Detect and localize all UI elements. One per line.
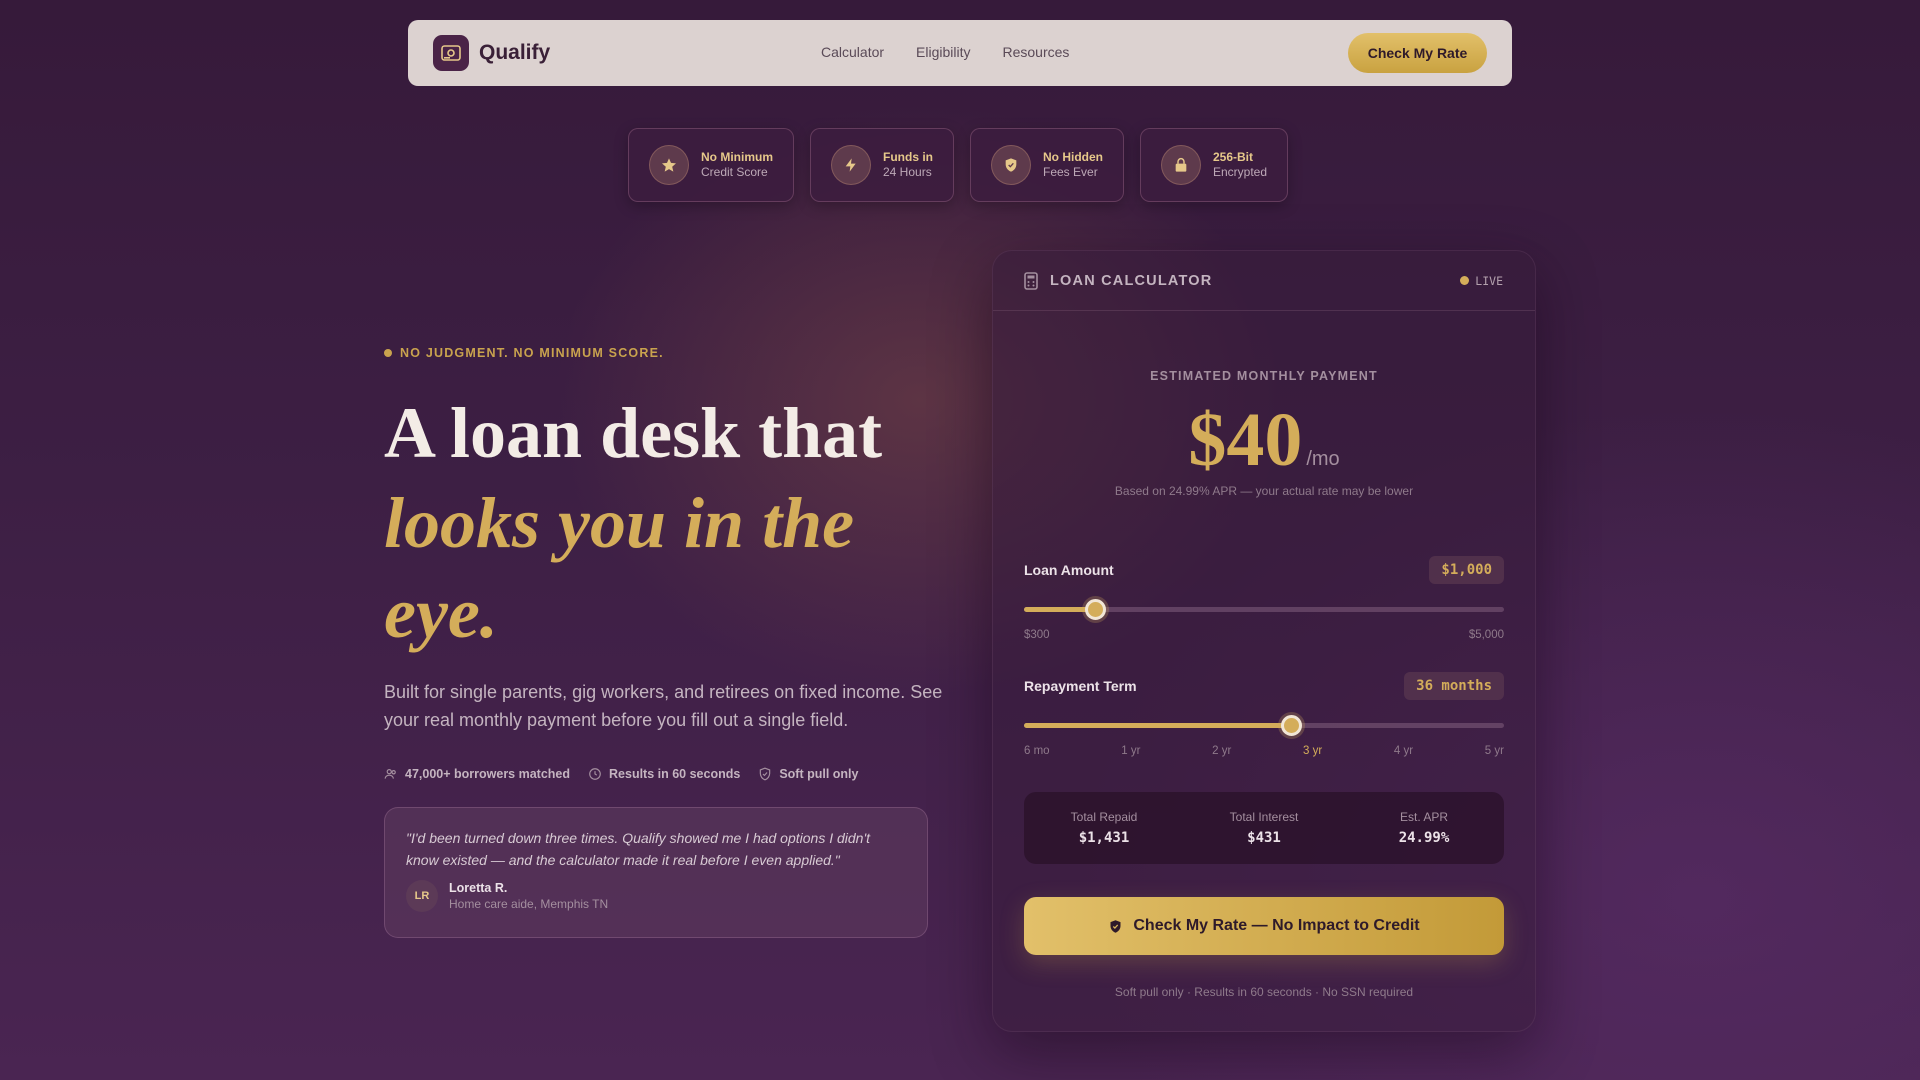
badge-no-minimum: No Minimum Credit Score [628, 128, 794, 202]
check-rate-main-button[interactable]: Check My Rate — No Impact to Credit [1024, 897, 1504, 955]
badge-funds-24h: Funds in 24 Hours [810, 128, 954, 202]
term-label: Repayment Term [1024, 678, 1137, 694]
payment-amount: $40 [1188, 398, 1303, 482]
loan-amount-max: $5,000 [1468, 629, 1504, 641]
payment-suffix: /mo [1306, 448, 1340, 470]
summary-value: 24.99% [1398, 830, 1450, 846]
term-ticks: 6 mo 1 yr 2 yr 3 yr 4 yr 5 yr [1024, 745, 1504, 757]
loan-amount-label: Loan Amount [1024, 562, 1114, 578]
nav-link-resources[interactable]: Resources [1003, 44, 1070, 60]
clock-icon [589, 768, 601, 780]
summary-label: Est. APR [1399, 810, 1449, 824]
nav-check-rate-button[interactable]: Check My Rate [1348, 33, 1487, 73]
badge-encrypted: 256-Bit Encrypted [1140, 128, 1289, 202]
summary-total-interest: Total Interest $431 [1189, 810, 1339, 846]
stat-text: Soft pull only [779, 767, 859, 781]
testimonial-quote: "I'd been turned down three times. Quali… [406, 830, 871, 868]
hero-stats: 47,000+ borrowers matched Results in 60 … [384, 767, 859, 781]
badge-subtitle: Fees Ever [1043, 165, 1098, 179]
term-tick[interactable]: 3 yr [1303, 745, 1322, 757]
hero-headline-line1: A loan desk that [384, 393, 883, 473]
term-value: 36 months [1404, 672, 1504, 700]
stat-soft-pull: Soft pull only [758, 767, 859, 781]
loan-summary: Total Repaid $1,431 Total Interest $431 … [1024, 792, 1504, 864]
term-tick[interactable]: 5 yr [1485, 745, 1504, 757]
stat-text: Results in 60 seconds [609, 767, 741, 781]
badge-subtitle: 24 Hours [883, 165, 932, 179]
term-tick[interactable]: 6 mo [1024, 745, 1050, 757]
testimonial-author: LR Loretta R. Home care aide, Memphis TN [406, 880, 906, 912]
hero-headline-line2: looks you in the eye. [384, 483, 855, 653]
summary-value: $431 [1247, 830, 1281, 846]
term-tick[interactable]: 4 yr [1394, 745, 1413, 757]
author-name: Loretta R. [449, 881, 508, 895]
live-dot-icon [1460, 276, 1470, 285]
repayment-term-slider[interactable] [1024, 715, 1504, 736]
badge-title: No Minimum [701, 150, 773, 164]
hero-headline: A loan desk that looks you in the eye. [384, 388, 944, 658]
term-tick[interactable]: 1 yr [1121, 745, 1140, 757]
badge-title: No Hidden [1043, 150, 1103, 164]
badge-title: 256-Bit [1213, 150, 1254, 164]
shield-check-icon [991, 145, 1031, 185]
loan-amount-slider[interactable] [1024, 599, 1504, 620]
live-label: LIVE [1475, 273, 1503, 288]
calculator-header: LOAN CALCULATOR LIVE [993, 251, 1535, 311]
summary-value: $1,431 [1078, 830, 1130, 846]
term-tick[interactable]: 2 yr [1212, 745, 1231, 757]
live-indicator: LIVE [1460, 274, 1503, 288]
payment-note: Based on 24.99% APR — your actual rate m… [1114, 484, 1414, 498]
slider-fill [1024, 723, 1291, 728]
cta-footnote: Soft pull only · Results in 60 seconds ·… [1114, 985, 1414, 999]
badge-subtitle: Credit Score [701, 165, 768, 179]
hero-subhead: Built for single parents, gig workers, a… [384, 682, 943, 730]
slider-thumb[interactable] [1280, 715, 1302, 736]
loan-amount-min: $300 [1024, 629, 1050, 641]
stat-results-time: Results in 60 seconds [588, 767, 740, 781]
stat-borrowers: 47,000+ borrowers matched [384, 767, 570, 781]
badge-subtitle: Encrypted [1213, 165, 1268, 179]
users-icon [384, 769, 396, 779]
testimonial-card: "I'd been turned down three times. Quali… [384, 807, 928, 938]
loan-amount-value: $1,000 [1429, 556, 1504, 584]
payment-label: ESTIMATED MONTHLY PAYMENT [1150, 369, 1378, 383]
brand[interactable]: Qualify [433, 35, 550, 71]
summary-label: Total Repaid [1070, 810, 1138, 824]
badge-title: Funds in [883, 150, 933, 164]
badge-no-hidden-fees: No Hidden Fees Ever [970, 128, 1124, 202]
hero-eyebrow: NO JUDGMENT. NO MINIMUM SCORE. [384, 346, 664, 360]
brand-name: Qualify [479, 41, 551, 64]
calculator-icon [1024, 271, 1038, 290]
trust-badges: No Minimum Credit Score Funds in 24 Hours … [628, 128, 1289, 202]
nav-link-eligibility[interactable]: Eligibility [916, 44, 970, 60]
shield-icon [760, 767, 771, 781]
monthly-payment: $40/mo [993, 397, 1535, 484]
nav-links: Calculator Eligibility Resources [821, 44, 1069, 60]
lightning-icon [831, 145, 871, 185]
slider-thumb[interactable] [1085, 599, 1107, 620]
star-icon [649, 145, 689, 185]
avatar: LR [406, 880, 438, 912]
summary-total-repaid: Total Repaid $1,431 [1029, 810, 1179, 846]
nav-link-calculator[interactable]: Calculator [821, 44, 884, 60]
lock-icon [1161, 145, 1201, 185]
loan-calculator-card: LOAN CALCULATOR LIVE ESTIMATED MONTHLY P… [992, 250, 1536, 1032]
summary-est-apr: Est. APR 24.99% [1349, 810, 1499, 846]
calculator-title: LOAN CALCULATOR [1050, 272, 1213, 289]
top-navbar: Qualify Calculator Eligibility Resources… [408, 20, 1512, 86]
cta-label: Check My Rate — No Impact to Credit [1133, 917, 1420, 934]
author-role: Home care aide, Memphis TN [449, 897, 609, 911]
stat-text: 47,000+ borrowers matched [405, 767, 571, 781]
summary-label: Total Interest [1229, 810, 1299, 824]
brand-logo-icon [433, 35, 469, 71]
dot-icon [384, 349, 392, 357]
shield-check-icon [1110, 919, 1121, 933]
hero-eyebrow-text: NO JUDGMENT. NO MINIMUM SCORE. [400, 346, 664, 360]
